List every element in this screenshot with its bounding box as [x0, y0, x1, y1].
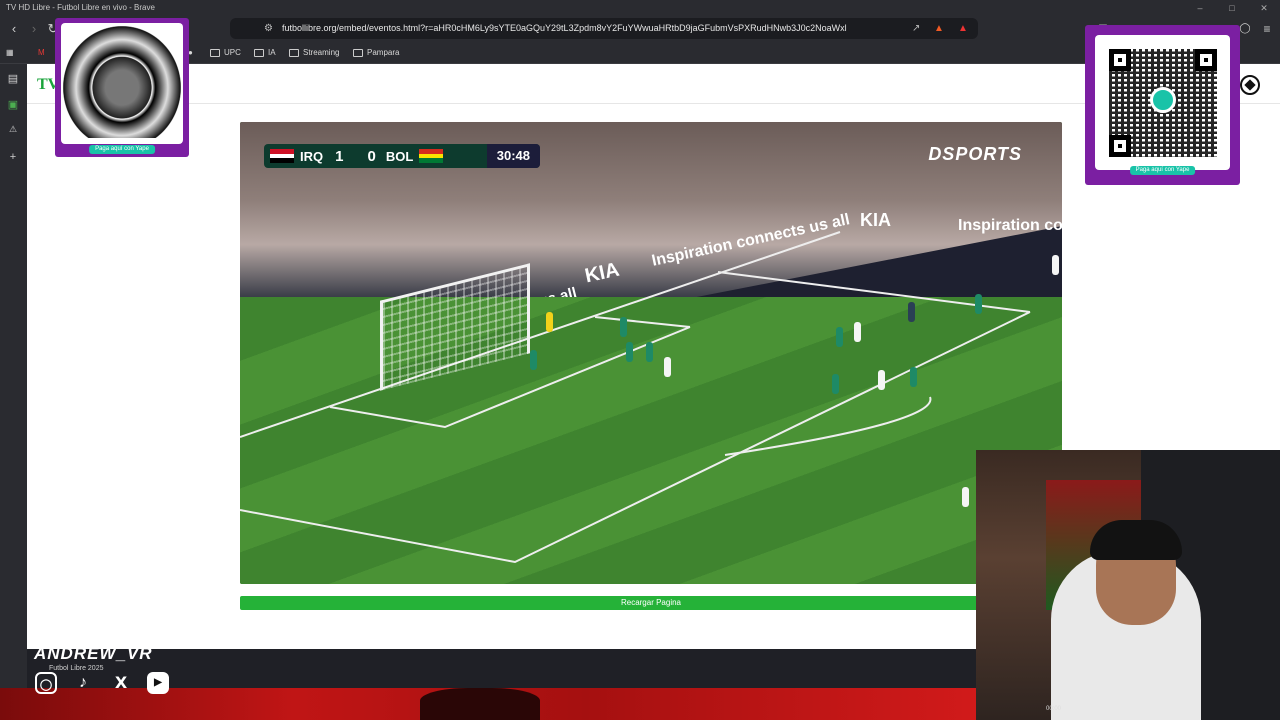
- bookmark-folder-upc[interactable]: UPC: [210, 46, 241, 60]
- webcam-overlay: 00:00: [976, 450, 1280, 720]
- bookmark-label: UPC: [224, 48, 241, 57]
- close-icon[interactable]: ✕: [1248, 0, 1280, 16]
- player: [878, 370, 885, 390]
- qr-code-left: Paga aquí con Yape: [55, 18, 189, 157]
- goalkeeper: [546, 312, 553, 332]
- home-score: 1: [335, 147, 344, 165]
- player: [620, 317, 627, 337]
- bookmark-label: Pampara: [367, 48, 400, 57]
- home-team: IRQ: [300, 148, 324, 164]
- qr-pay-caption: Paga aquí con Yape: [89, 145, 155, 154]
- qr-finder: [1109, 135, 1131, 157]
- tiktok-icon: ♪: [79, 674, 87, 691]
- x-icon: X: [114, 673, 128, 692]
- site-settings-icon[interactable]: ⚙: [264, 18, 273, 39]
- player: [664, 357, 671, 377]
- player: [908, 302, 915, 322]
- apps-icon[interactable]: ▦: [6, 46, 14, 60]
- browser-sidebar: ▤ ▣ ⚠ +: [0, 64, 27, 720]
- player: [530, 350, 537, 370]
- player: [646, 342, 653, 362]
- brave-shields-icon[interactable]: ▲: [934, 18, 944, 39]
- qr-finder: [1109, 49, 1131, 71]
- folder-icon: [210, 49, 220, 57]
- sidebar-add-icon[interactable]: +: [6, 150, 20, 164]
- maximize-icon[interactable]: □: [1216, 0, 1248, 16]
- bookmark-label: Streaming: [303, 48, 340, 57]
- url-text[interactable]: futbollibre.org/embed/eventos.html?r=aHR…: [282, 23, 847, 33]
- webcam-timestamp: 00:00: [1046, 706, 1062, 712]
- yape-logo-icon: [1150, 87, 1176, 113]
- reload-page-button[interactable]: Recargar Pagina: [240, 596, 1062, 610]
- bolivia-flag-icon: [419, 149, 444, 163]
- stream-overlay-band: [0, 688, 976, 720]
- qr-code-right: Paga aquí con Yape: [1085, 25, 1240, 185]
- overlay-graphic: [420, 688, 540, 720]
- menu-icon[interactable]: ≡: [1258, 20, 1276, 38]
- sidebar-tab-icon[interactable]: ▣: [6, 98, 20, 112]
- away-score: 0: [367, 147, 376, 165]
- player: [1052, 255, 1059, 275]
- match-clock: 30:48: [486, 144, 540, 168]
- window-title: TV HD Libre - Futbol Libre en vivo - Bra…: [6, 3, 155, 12]
- player: [836, 327, 843, 347]
- bookmark-folder-ia[interactable]: IA: [254, 46, 276, 60]
- gmail-icon[interactable]: M: [38, 46, 45, 60]
- player: [626, 342, 633, 362]
- address-bar[interactable]: ⚙ futbollibre.org/embed/eventos.html?r=a…: [230, 18, 978, 39]
- instagram-icon: ◯: [35, 672, 57, 694]
- sidebar-mute-icon[interactable]: ⚠: [6, 122, 20, 136]
- player: [910, 367, 917, 387]
- broadcaster-logo: DSPORTS: [928, 144, 1022, 164]
- player: [962, 487, 969, 507]
- share-icon[interactable]: ↗: [912, 18, 920, 39]
- bookmark-folder-pampara[interactable]: Pampara: [353, 46, 399, 60]
- soccer-ball-icon[interactable]: [1240, 75, 1260, 95]
- player: [832, 374, 839, 394]
- folder-icon: [289, 49, 299, 57]
- scoreboard: IRQ 1 0 BOL 30:48: [264, 144, 540, 168]
- bookmark-folder-streaming[interactable]: Streaming: [289, 46, 339, 60]
- player: [854, 322, 861, 342]
- sidebar-panel-icon[interactable]: ▤: [6, 72, 20, 86]
- folder-icon: [254, 49, 264, 57]
- qr-face-art: [63, 26, 181, 138]
- window-title-bar: TV HD Libre - Futbol Libre en vivo - Bra…: [0, 0, 1280, 16]
- video-player[interactable]: Inspiration connects us all Inspiration …: [240, 122, 1062, 584]
- player: [975, 294, 982, 314]
- webcam-hair: [1090, 520, 1182, 560]
- window-controls: – □ ✕: [1184, 0, 1280, 16]
- qr-pay-caption: Paga aquí con Yape: [1129, 166, 1196, 175]
- streamer-name: ANDREW_VR: [34, 644, 153, 663]
- back-icon[interactable]: ‹: [5, 20, 23, 38]
- brave-rewards-icon[interactable]: ▲: [958, 18, 968, 39]
- folder-icon: [353, 49, 363, 57]
- youtube-icon: ▶: [147, 672, 169, 694]
- minimize-icon[interactable]: –: [1184, 0, 1216, 16]
- iraq-flag-icon: [270, 149, 294, 163]
- forward-icon[interactable]: ›: [25, 20, 43, 38]
- qr-finder: [1195, 49, 1217, 71]
- bookmark-label: IA: [268, 48, 276, 57]
- footer-copyright: Futbol Libre 2025: [49, 665, 104, 672]
- away-team: BOL: [385, 148, 414, 164]
